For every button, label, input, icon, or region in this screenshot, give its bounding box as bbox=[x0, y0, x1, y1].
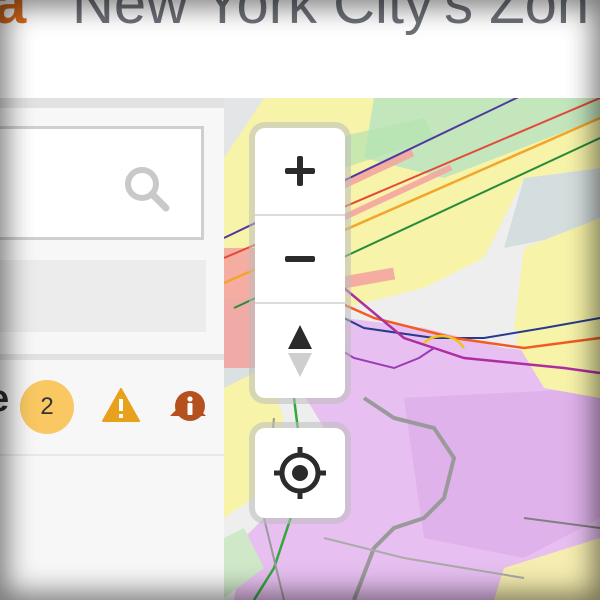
crosshair-icon bbox=[274, 447, 326, 499]
layer-count-badge: 2 bbox=[20, 380, 74, 434]
locate-button[interactable] bbox=[255, 428, 345, 518]
zoom-controls bbox=[255, 128, 345, 398]
plus-icon bbox=[285, 156, 315, 186]
compass-button[interactable] bbox=[255, 304, 345, 398]
zoom-in-button[interactable] bbox=[255, 128, 345, 216]
minus-icon bbox=[285, 256, 315, 262]
compass-icon bbox=[288, 325, 312, 377]
zoom-out-button[interactable] bbox=[255, 216, 345, 304]
filter-bar[interactable] bbox=[0, 260, 206, 332]
layer-name: e bbox=[0, 378, 9, 421]
sidebar: e 2 bbox=[0, 98, 224, 600]
locate-control bbox=[255, 428, 345, 518]
page-title: New York City's Zon bbox=[72, 0, 590, 36]
warning-icon[interactable] bbox=[102, 387, 140, 423]
header: a New York City's Zon bbox=[0, 0, 600, 98]
search-box[interactable] bbox=[0, 126, 204, 240]
search-icon[interactable] bbox=[121, 163, 171, 213]
brand-logo-fragment[interactable]: a bbox=[0, 0, 26, 37]
info-icon[interactable] bbox=[174, 390, 206, 422]
